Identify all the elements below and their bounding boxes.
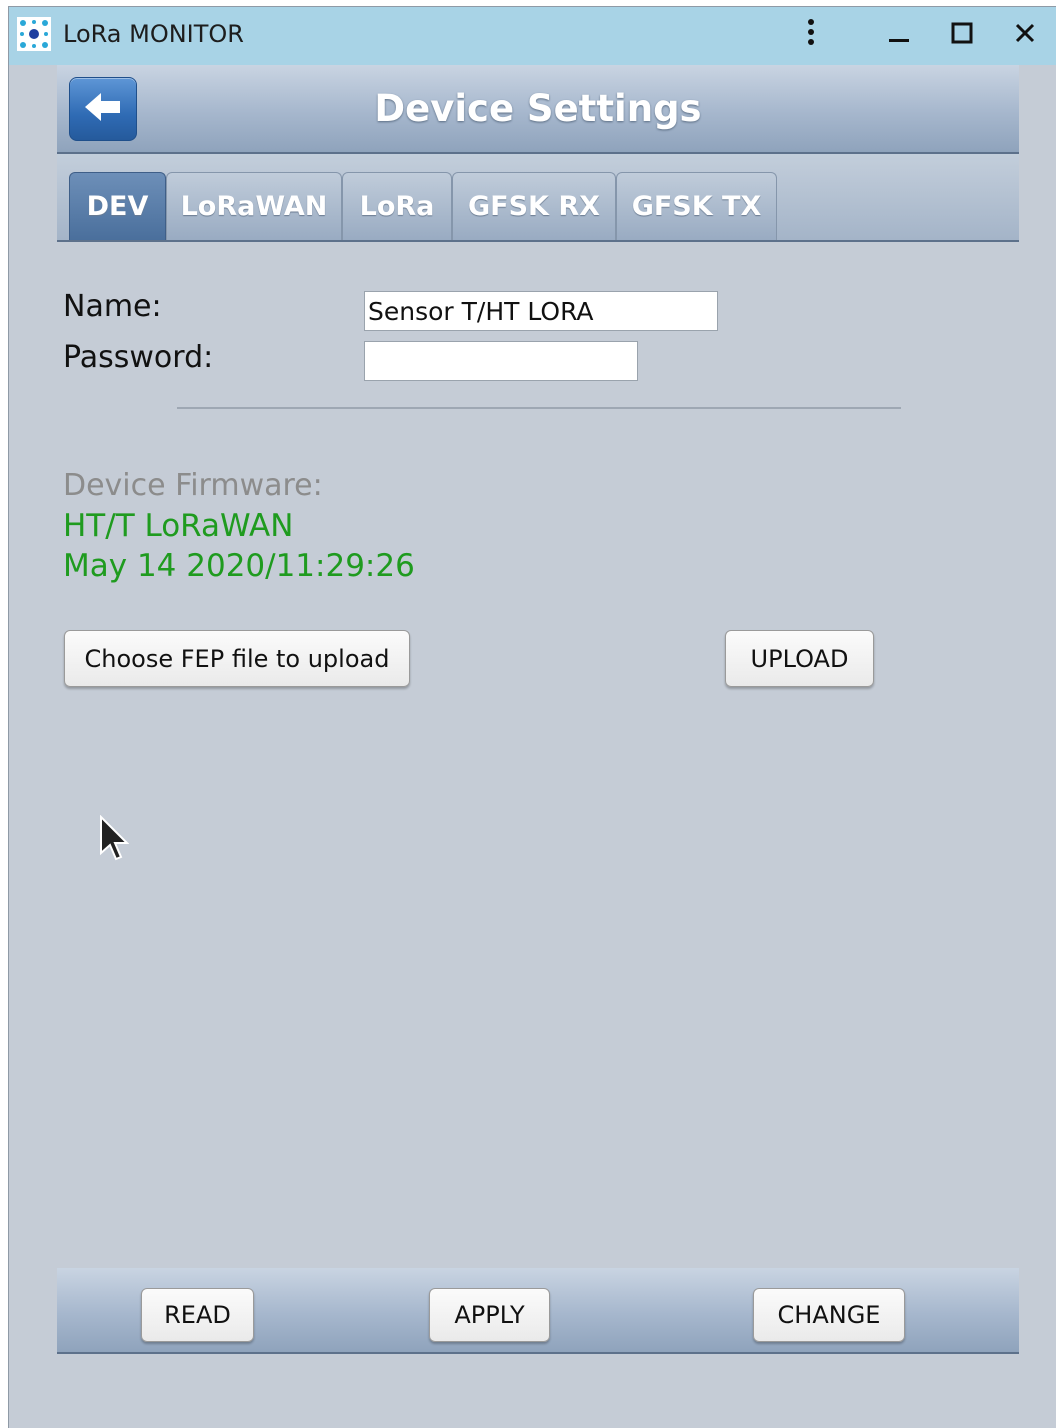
close-button[interactable] <box>1005 15 1045 55</box>
firmware-label: Device Firmware: <box>63 468 323 503</box>
minimize-button[interactable] <box>879 15 919 55</box>
app-logo-icon <box>17 17 51 51</box>
tab-dev[interactable]: DEV <box>69 172 166 240</box>
password-label: Password: <box>63 340 214 375</box>
maximize-icon <box>951 22 973 48</box>
read-button[interactable]: READ <box>141 1288 254 1342</box>
maximize-button[interactable] <box>942 15 982 55</box>
firmware-build: May 14 2020/11:29:26 <box>63 548 415 584</box>
title-bar[interactable]: LoRa MONITOR <box>9 7 1056 65</box>
page-title: Device Settings <box>374 87 702 130</box>
app-window: LoRa MONITOR Device Settings DEV LoRaWAN… <box>8 6 1056 1428</box>
window-menu-button[interactable] <box>791 15 831 55</box>
tab-lora[interactable]: LoRa <box>342 172 452 240</box>
tab-lorawan[interactable]: LoRaWAN <box>166 172 342 240</box>
close-icon <box>1014 22 1036 48</box>
name-label: Name: <box>63 289 162 324</box>
password-input[interactable] <box>364 341 638 381</box>
tab-gfsk-rx[interactable]: GFSK RX <box>452 172 616 240</box>
upload-button[interactable]: UPLOAD <box>725 630 874 687</box>
mouse-pointer-icon <box>99 814 130 863</box>
minimize-icon <box>888 22 910 48</box>
vertical-ellipsis-icon <box>806 18 816 52</box>
apply-button[interactable]: APPLY <box>429 1288 550 1342</box>
divider <box>177 407 901 409</box>
name-input[interactable] <box>364 291 718 331</box>
firmware-name: HT/T LoRaWAN <box>63 508 294 544</box>
window-title: LoRa MONITOR <box>63 20 244 48</box>
tab-bar: DEV LoRaWAN LoRa GFSK RX GFSK TX <box>57 154 1019 242</box>
tab-gfsk-tx[interactable]: GFSK TX <box>616 172 777 240</box>
page-header: Device Settings <box>57 65 1019 154</box>
change-button[interactable]: CHANGE <box>753 1288 905 1342</box>
choose-file-button[interactable]: Choose FEP file to upload <box>64 630 410 687</box>
bottom-toolbar: READ APPLY CHANGE <box>57 1268 1019 1354</box>
